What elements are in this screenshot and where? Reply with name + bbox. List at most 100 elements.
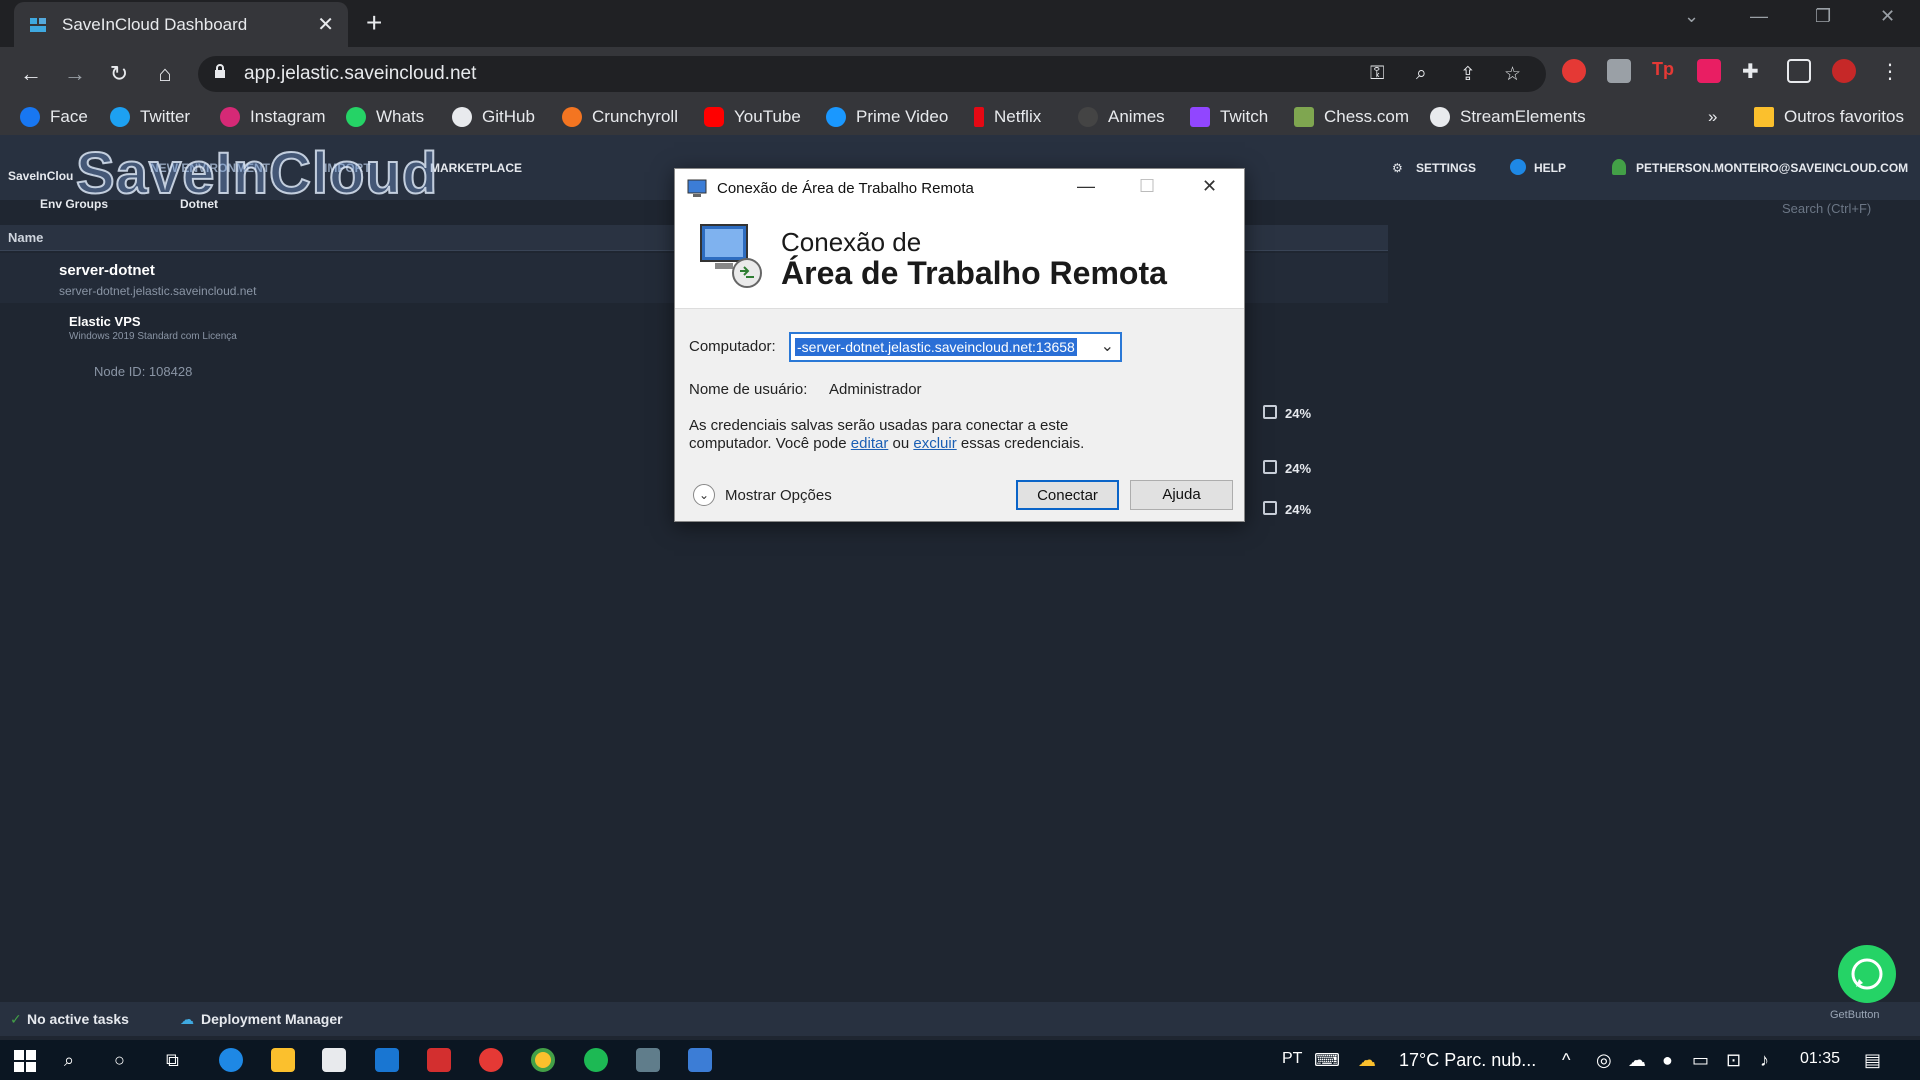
extensions-puzzle-icon[interactable]: ✚ [1742,59,1766,83]
network-icon[interactable]: ⊡ [1726,1050,1741,1071]
windows-taskbar: ⌕ ○ ⧉ PT ⌨ ☁ 17°C Parc. nub... ^ ◎ ☁ ● ▭… [0,1040,1920,1080]
home-icon[interactable]: ⌂ [150,59,180,89]
onedrive-icon[interactable]: ☁ [1628,1050,1646,1071]
env-domain[interactable]: server-dotnet.jelastic.saveincloud.net [59,284,256,298]
battery-icon[interactable]: ▭ [1692,1050,1709,1071]
bookmarks-bar: Face Twitter Instagram Whats GitHub Crun… [0,101,1920,135]
name-column-header[interactable]: Name [8,230,43,245]
weather-text[interactable]: 17°C Parc. nub... [1399,1050,1536,1071]
spotify-icon[interactable] [584,1048,608,1072]
bookmark-streamelements[interactable]: StreamElements [1430,107,1586,127]
bookmark-github[interactable]: GitHub [452,107,535,127]
extension-tp-icon[interactable]: Tp [1652,59,1676,83]
bookmark-netflix[interactable]: Netflix [974,107,1041,127]
getbutton-label[interactable]: GetButton [1830,1009,1880,1021]
bookmark-youtube[interactable]: YouTube [704,107,801,127]
forward-icon[interactable]: → [60,59,90,89]
cortana-icon[interactable]: ○ [114,1050,125,1071]
dialog-banner: Conexão de Área de Trabalho Remota [675,209,1244,309]
bookmark-instagram[interactable]: Instagram [220,107,326,127]
show-options-button[interactable]: Mostrar Opções [725,487,832,504]
search-input[interactable]: Search (Ctrl+F) [1742,194,1902,224]
bookmark-face[interactable]: Face [20,107,88,127]
search-icon[interactable]: ⌕ [64,1050,74,1071]
tray-expand-icon[interactable]: ^ [1562,1050,1570,1071]
task-view-icon[interactable]: ⧉ [166,1050,179,1071]
deployment-manager-button[interactable]: Deployment Manager [201,1011,343,1027]
marketplace-button[interactable]: MARKETPLACE [430,161,522,175]
remote-desktop-taskbar-icon[interactable] [688,1048,712,1072]
close-tab-icon[interactable]: ✕ [317,12,334,37]
key-icon[interactable]: ⚿ [1370,63,1384,85]
share-icon[interactable]: ⇪ [1460,63,1476,86]
dialog-minimize-icon[interactable]: — [1077,176,1095,197]
address-bar[interactable]: app.jelastic.saveincloud.net ⚿ ⌕ ⇪ ☆ [198,56,1546,92]
cloud-icon: ☁ [180,1011,194,1027]
extension-qr-icon[interactable] [1607,59,1631,83]
mail-icon[interactable] [375,1048,399,1072]
prime-video-icon [826,107,846,127]
whatsapp-icon [1851,958,1883,990]
bookmark-other-favorites[interactable]: Outros favoritos [1754,107,1904,127]
app-icon[interactable] [636,1048,660,1072]
remote-desktop-dialog: Conexão de Área de Trabalho Remota — ☐ ✕… [674,168,1245,522]
user-account-menu[interactable]: PETHERSON.MONTEIRO@SAVEINCLOUD.COM [1636,161,1908,175]
zoom-icon[interactable]: ⌕ [1416,63,1427,85]
reload-icon[interactable]: ↻ [104,59,134,89]
tab-saveincloud[interactable]: SaveInCloud Dashboard ✕ [14,2,348,47]
microphone-icon[interactable]: ● [1662,1050,1673,1071]
volume-icon[interactable]: ♪ [1760,1050,1769,1071]
env-name: server-dotnet [59,262,155,279]
bookmark-twitter[interactable]: Twitter [110,107,190,127]
bookmark-star-icon[interactable]: ☆ [1504,63,1521,86]
bookmark-whats[interactable]: Whats [346,107,424,127]
edge-icon[interactable] [219,1048,243,1072]
bookmark-chess[interactable]: Chess.com [1294,107,1409,127]
help-dialog-button[interactable]: Ajuda [1130,480,1233,510]
netflix-icon [974,107,984,127]
extension-red-icon[interactable] [1562,59,1586,83]
facebook-icon [20,107,40,127]
chrome-icon[interactable] [531,1048,555,1072]
store-icon[interactable] [322,1048,346,1072]
node-id: Node ID: 108428 [94,364,193,379]
windows-start-icon[interactable] [14,1050,36,1072]
help-button[interactable]: HELP [1534,161,1566,175]
minimize-window-icon[interactable]: — [1750,6,1768,27]
bookmark-prime-video[interactable]: Prime Video [826,107,948,127]
extension-pink-icon[interactable] [1697,59,1721,83]
clock[interactable]: 01:35 [1800,1050,1840,1068]
bookmark-crunchyroll[interactable]: Crunchyroll [562,107,678,127]
connect-button[interactable]: Conectar [1016,480,1119,510]
restore-window-icon[interactable]: ❐ [1815,6,1831,27]
office-icon[interactable] [427,1048,451,1072]
notifications-icon[interactable]: ▤ [1864,1050,1881,1071]
whatsapp-chat-button[interactable] [1838,945,1896,1003]
show-options-chevron-icon[interactable]: ⌄ [693,484,715,506]
credentials-text-1: As credenciais salvas serão usadas para … [689,417,1069,434]
tasks-status[interactable]: No active tasks [27,1011,129,1027]
close-window-icon[interactable]: ✕ [1880,6,1895,27]
edit-credentials-link[interactable]: editar [851,435,889,452]
dialog-close-icon[interactable]: ✕ [1202,176,1217,197]
language-indicator[interactable]: PT [1282,1050,1302,1068]
tab-search-icon[interactable]: ⌄ [1684,6,1699,27]
bookmark-animes[interactable]: Animes [1078,107,1165,127]
new-tab-button[interactable]: + [366,9,382,37]
bookmark-twitch[interactable]: Twitch [1190,107,1268,127]
sidepanel-icon[interactable] [1787,59,1811,83]
file-explorer-icon[interactable] [271,1048,295,1072]
chevron-down-icon[interactable]: ⌄ [1101,336,1114,356]
delete-credentials-link[interactable]: excluir [913,435,956,452]
more-bookmarks-icon[interactable]: » [1708,107,1717,127]
keyboard-icon[interactable]: ⌨ [1314,1050,1340,1071]
menu-kebab-icon[interactable]: ⋮ [1880,59,1904,83]
back-icon[interactable]: ← [16,59,46,89]
opera-icon[interactable] [479,1048,503,1072]
tray-app-icon[interactable]: ◎ [1596,1050,1612,1071]
settings-gear-icon[interactable]: ⚙ [1392,161,1403,175]
computer-combobox[interactable]: -server-dotnet.jelastic.saveincloud.net:… [789,332,1122,362]
computer-label: Computador: [689,338,776,355]
settings-button[interactable]: SETTINGS [1416,161,1476,175]
profile-avatar[interactable] [1832,59,1856,83]
